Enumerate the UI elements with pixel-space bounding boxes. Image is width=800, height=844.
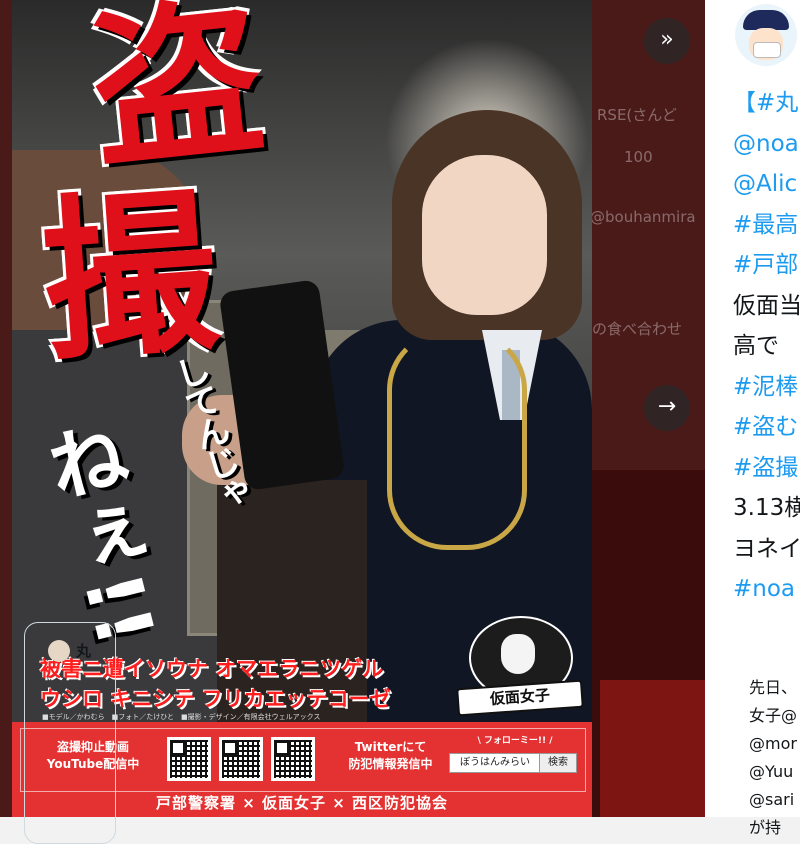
logo-label: 仮面女子 xyxy=(489,685,551,709)
qr-code-icon xyxy=(219,737,263,781)
tweet-text-line[interactable]: #泥棒 xyxy=(733,371,798,403)
quoted-avatar xyxy=(48,640,70,662)
bg-poster-fragment xyxy=(592,470,705,817)
arrow-right-icon[interactable]: → xyxy=(644,385,690,431)
quoted-tweet-card[interactable] xyxy=(24,622,116,844)
quoted-text-line: @sari xyxy=(749,790,795,809)
tweet-text-line[interactable]: #noa xyxy=(733,573,795,605)
qr-code-icon xyxy=(271,737,315,781)
tweet-text-line: ヨネイ xyxy=(733,535,800,562)
twitter-promo-text: Twitterにて 防犯情報発信中 xyxy=(348,740,433,771)
tweet-text-line[interactable]: @Alic xyxy=(733,168,797,200)
tweet-text-line[interactable]: #盗撮 xyxy=(733,452,798,484)
quoted-text-line: @Yuu xyxy=(749,762,794,781)
tweet-text-line[interactable]: #最高 xyxy=(733,209,798,241)
poster-search-box: ぼうはんみらい xyxy=(449,753,541,773)
tweet-text-line: 仮面当 xyxy=(733,292,800,319)
tweet-text-line[interactable]: #戸部 xyxy=(733,249,798,281)
kamen-joshi-logo: 仮面女子 xyxy=(456,616,584,717)
poster-title-char-2: 撮 xyxy=(35,169,224,386)
poster-title-char-1: 盗 xyxy=(82,0,273,194)
hockey-mask-icon xyxy=(501,634,535,674)
quoted-author-name: 丸 xyxy=(76,642,92,660)
tweet-text-line: 高で xyxy=(733,333,779,359)
double-chevron-right-icon[interactable]: » xyxy=(644,18,690,64)
bg-fragment: の食べ合わせ xyxy=(592,320,683,338)
bg-fragment: 100 xyxy=(624,148,653,166)
tweet-text-line[interactable]: 【#丸 xyxy=(733,87,798,119)
quoted-text-line: 先日、 xyxy=(749,678,798,697)
quoted-text-line: @mor xyxy=(749,734,797,753)
bg-fragment: @bouhanmira xyxy=(590,208,696,226)
poster-search-button: 検索 xyxy=(539,753,577,773)
quoted-text-line: 女子@ xyxy=(749,706,798,725)
avatar[interactable] xyxy=(735,4,797,66)
bg-fragment: RSE(さんど xyxy=(597,106,677,124)
qr-code-icon xyxy=(167,737,211,781)
quoted-text-line: が持 xyxy=(749,818,782,837)
tweet-text-line[interactable]: @noa xyxy=(733,128,799,160)
tweet-text-line: 3.13横 xyxy=(733,495,800,521)
tweet-text-line[interactable]: #盗む xyxy=(733,411,798,443)
follow-me-text: \ フォローミー!! / xyxy=(477,736,553,746)
